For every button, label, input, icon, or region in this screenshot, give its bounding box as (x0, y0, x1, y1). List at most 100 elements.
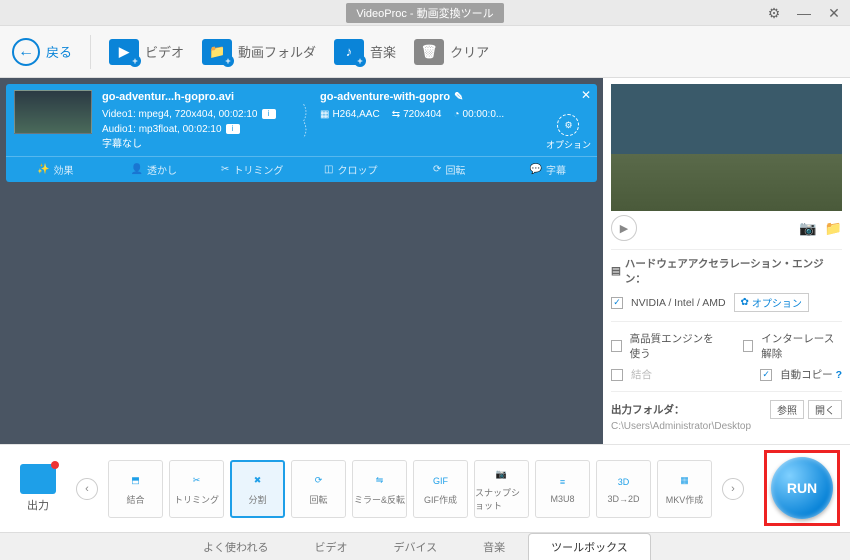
browse-button[interactable]: 参照 (770, 400, 804, 419)
hq-engine-checkbox[interactable] (611, 340, 622, 352)
output-resolution: ⇆ 720x404 (392, 109, 442, 120)
add-video-label: ビデオ (145, 42, 184, 61)
hw-accel-header: ▤ハードウェアアクセラレーション・エンジン： (611, 256, 842, 286)
deinterlace-label: インターレース解除 (761, 331, 842, 361)
output-label: 出力 (10, 497, 66, 513)
preset-label: 3D→2D (607, 494, 639, 504)
video-stream-info: Video1: mpeg4, 720x404, 00:02:10i (102, 107, 292, 122)
preset-icon: ⟳ (308, 472, 330, 490)
rotate-button[interactable]: ⟳ 回転 (400, 157, 499, 182)
hw-accel-value: NVIDIA / Intel / AMD (631, 297, 726, 309)
preset-3D→2D[interactable]: 3D 3D→2D (596, 460, 651, 518)
back-label: 戻る (46, 42, 72, 61)
hw-accel-checkbox[interactable]: ✓ (611, 297, 623, 309)
remove-item-icon[interactable]: ✕ (581, 88, 591, 102)
tab-よく使われる[interactable]: よく使われる (180, 533, 291, 560)
preset-label: スナップショット (475, 486, 528, 512)
preset-結合[interactable]: ⬒結合 (108, 460, 163, 518)
add-music-button[interactable]: ♪+ 音楽 (334, 39, 396, 65)
add-folder-label: 動画フォルダ (238, 42, 316, 61)
scroll-right-button[interactable]: › (722, 478, 744, 500)
preset-分割[interactable]: ✖ 分割 (230, 460, 285, 518)
back-arrow-icon: ← (12, 38, 40, 66)
snapshot-icon[interactable]: 📷 (799, 220, 816, 237)
side-panel: ▶ 📷 📁 ▤ハードウェアアクセラレーション・エンジン： ✓ NVIDIA / … (603, 78, 850, 444)
subtitle-info: 字幕なし (102, 137, 292, 152)
output-preset-bar: 出力 ‹ ⬒結合✂トリミング ✖ 分割 ⟳ 回転 ⇋ミラー&反転 GIF GIF作成 📷 スナップ… (0, 444, 850, 532)
play-button[interactable]: ▶ (611, 215, 637, 241)
info-icon[interactable]: i (262, 109, 276, 119)
codec-gear-icon: ⚙ (557, 114, 579, 136)
autocopy-label: 自動コピー ? (780, 367, 842, 382)
preset-MKV作成[interactable]: ▦ MKV作成 (657, 460, 712, 518)
video-thumbnail (14, 90, 92, 134)
codec-option-label: オプション (546, 138, 591, 151)
preset-スナップショット[interactable]: 📷 スナップショット (474, 460, 529, 518)
output-filename: go-adventure-with-gopro✎ (320, 90, 589, 103)
preset-ミラー&反転[interactable]: ⇋ミラー&反転 (352, 460, 407, 518)
edit-name-icon[interactable]: ✎ (454, 90, 463, 103)
back-button[interactable]: ← 戻る (12, 38, 72, 66)
trim-button[interactable]: ✂ トリミング (203, 157, 302, 182)
hw-option-button[interactable]: ✿ オプション (734, 293, 809, 312)
scroll-left-button[interactable]: ‹ (76, 478, 98, 500)
preset-label: M3U8 (550, 494, 574, 504)
close-button[interactable]: ✕ (822, 3, 846, 23)
preset-icon: ≡ (552, 473, 574, 491)
autocopy-checkbox[interactable]: ✓ (760, 369, 772, 381)
video-item-card[interactable]: ✕ go-adventur...h-gopro.avi Video1: mpeg… (6, 84, 597, 182)
tab-音楽[interactable]: 音楽 (460, 533, 528, 560)
run-highlight: RUN (764, 450, 840, 526)
output-mode-button[interactable]: 出力 (10, 464, 66, 513)
preset-icon: ✖ (247, 472, 269, 490)
preset-icon: ⬒ (125, 472, 147, 490)
preset-label: 回転 (309, 493, 327, 506)
video-icon: ▶+ (109, 39, 139, 65)
output-icon (20, 464, 56, 494)
chip-icon: ▤ (611, 265, 621, 277)
preset-icon: GIF (430, 472, 452, 490)
preset-GIF作成[interactable]: GIF GIF作成 (413, 460, 468, 518)
divider (90, 35, 91, 69)
main-toolbar: ← 戻る ▶+ ビデオ 📁+ 動画フォルダ ♪+ 音楽 🗑 クリア (0, 26, 850, 78)
preset-icon: ▦ (674, 472, 696, 490)
open-button[interactable]: 開く (808, 400, 842, 419)
crop-button[interactable]: ◫ クロップ (302, 157, 401, 182)
preset-トリミング[interactable]: ✂トリミング (169, 460, 224, 518)
preset-label: MKV作成 (666, 493, 704, 506)
output-codec: ▦ H264,AAC (320, 109, 380, 120)
add-video-button[interactable]: ▶+ ビデオ (109, 39, 184, 65)
trash-icon: 🗑 (414, 39, 444, 65)
preset-label: トリミング (174, 493, 219, 506)
music-icon: ♪+ (334, 39, 364, 65)
clear-button[interactable]: 🗑 クリア (414, 39, 489, 65)
preset-icon: 📷 (491, 465, 513, 483)
subtitle-button[interactable]: 💬 字幕 (499, 157, 598, 182)
preview-player[interactable] (611, 84, 842, 211)
tab-ツールボックス[interactable]: ツールボックス (528, 533, 651, 560)
clear-label: クリア (450, 42, 489, 61)
open-folder-icon[interactable]: 📁 (825, 220, 842, 237)
add-music-label: 音楽 (370, 42, 396, 61)
preset-label: 分割 (248, 493, 266, 506)
preset-回転[interactable]: ⟳ 回転 (291, 460, 346, 518)
deinterlace-checkbox[interactable] (743, 340, 754, 352)
codec-option-button[interactable]: ⚙ オプション (546, 114, 591, 151)
folder-icon: 📁+ (202, 39, 232, 65)
preset-M3U8[interactable]: ≡ M3U8 (535, 460, 590, 518)
settings-gear-icon[interactable]: ⚙ (762, 3, 786, 23)
preset-label: GIF作成 (424, 493, 457, 506)
merge-checkbox[interactable] (611, 369, 623, 381)
effect-button[interactable]: ✨ 効果 (6, 157, 105, 182)
watermark-button[interactable]: 👤 透かし (105, 157, 204, 182)
tab-ビデオ[interactable]: ビデオ (291, 533, 370, 560)
info-icon[interactable]: i (226, 124, 240, 134)
output-path: C:\Users\Administrator\Desktop (611, 421, 842, 432)
flow-arrow-icon (302, 90, 310, 152)
tab-デバイス[interactable]: デバイス (370, 533, 460, 560)
minimize-button[interactable]: ― (792, 3, 816, 23)
preset-icon: 3D (613, 473, 635, 491)
preset-icon: ⇋ (369, 472, 391, 490)
add-folder-button[interactable]: 📁+ 動画フォルダ (202, 39, 316, 65)
run-button[interactable]: RUN (771, 457, 833, 519)
